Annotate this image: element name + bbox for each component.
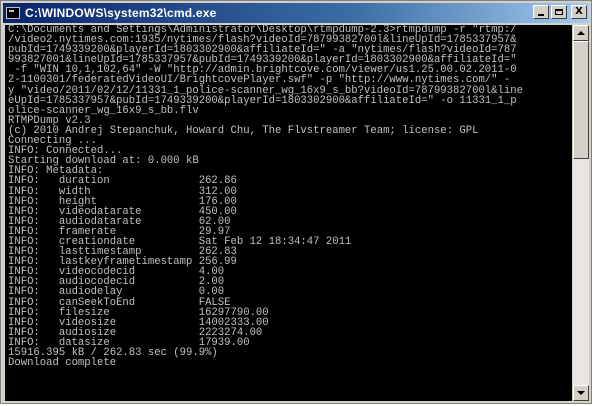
scroll-down-arrow-icon bbox=[577, 391, 585, 395]
scroll-thumb[interactable] bbox=[573, 41, 589, 159]
window-title: C:\WINDOWS\system32\cmd.exe bbox=[25, 6, 217, 20]
scroll-up-button[interactable] bbox=[573, 25, 589, 41]
maximize-button[interactable] bbox=[551, 5, 567, 19]
console-output[interactable]: C:\Documents and Settings\Administrator\… bbox=[5, 25, 572, 401]
console-text: C:\Documents and Settings\Administrator\… bbox=[5, 25, 572, 368]
cmd-window: C:\WINDOWS\system32\cmd.exe X C:\Documen… bbox=[0, 0, 592, 404]
scroll-up-arrow-icon bbox=[577, 31, 585, 35]
scroll-down-button[interactable] bbox=[573, 385, 589, 401]
close-button[interactable]: X bbox=[571, 5, 587, 19]
close-icon: X bbox=[575, 6, 583, 17]
minimize-icon bbox=[538, 14, 544, 16]
title-buttons: X bbox=[531, 5, 587, 19]
title-bar[interactable]: C:\WINDOWS\system32\cmd.exe X bbox=[3, 3, 589, 23]
vertical-scrollbar[interactable] bbox=[573, 25, 589, 401]
cmd-icon[interactable] bbox=[6, 7, 20, 19]
minimize-button[interactable] bbox=[533, 5, 549, 19]
maximize-icon bbox=[555, 9, 563, 15]
console-line: Download complete bbox=[8, 357, 117, 370]
